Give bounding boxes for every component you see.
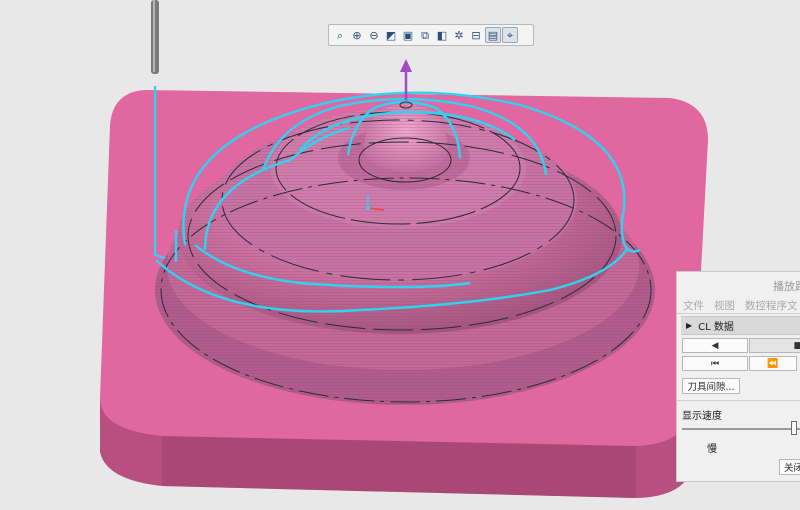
step-back-button[interactable]: ⏪ xyxy=(749,356,797,371)
divider xyxy=(677,313,800,314)
cl-data-section-toggle[interactable]: ▶ CL 数据 xyxy=(681,316,800,335)
display-style-icon[interactable]: ◧ xyxy=(434,27,450,43)
expand-triangle-icon: ▶ xyxy=(686,321,693,330)
zoom-out-icon[interactable]: ⊖ xyxy=(366,27,382,43)
divider xyxy=(677,400,800,401)
cutter-highlight xyxy=(153,0,155,72)
repaint-icon[interactable]: ◩ xyxy=(383,27,399,43)
saved-orientations-icon[interactable]: ▣ xyxy=(400,27,416,43)
skip-back-icon: ⏮ xyxy=(710,358,720,369)
zoom-fit-icon[interactable]: ⌕ xyxy=(332,27,348,43)
view-toolbar: ⌕ ⊕ ⊖ ◩ ▣ ⧉ ◧ ✲ ⊟ ▤ ⌖ xyxy=(328,24,534,46)
cl-data-label: CL 数据 xyxy=(698,322,734,333)
speed-slider-track[interactable] xyxy=(682,428,800,430)
slow-label: 慢 xyxy=(707,444,717,455)
playback-dialog: 播放路 文件 视图 数控程序文 ▶ CL 数据 ◀ ■ ⏮ ⏪ 刀具间隙... … xyxy=(676,271,800,482)
tool-clearance-button[interactable]: 刀具间隙... xyxy=(682,378,740,394)
display-speed-label: 显示速度 xyxy=(682,411,722,422)
step-back-icon: ⏪ xyxy=(767,358,779,369)
view-manager-icon[interactable]: ⧉ xyxy=(417,27,433,43)
play-backward-button[interactable]: ◀ xyxy=(682,338,748,353)
spin-center-icon[interactable]: ▤ xyxy=(485,27,501,43)
menu-file[interactable]: 文件 xyxy=(683,298,704,313)
datum-display-icon[interactable]: ✲ xyxy=(451,27,467,43)
zoom-in-icon[interactable]: ⊕ xyxy=(349,27,365,43)
menu-bar: 文件 视图 数控程序文 xyxy=(683,298,798,313)
stop-button[interactable]: ■ xyxy=(749,338,800,353)
dialog-title: 播放路 xyxy=(773,280,800,293)
close-button[interactable]: 关闭 xyxy=(779,459,800,475)
stop-icon: ■ xyxy=(793,340,800,351)
speed-slider-thumb[interactable] xyxy=(791,421,797,435)
rewind-to-start-button[interactable]: ⏮ xyxy=(682,356,748,371)
toolpath-display-icon[interactable]: ⌖ xyxy=(502,27,518,43)
menu-nc-program[interactable]: 数控程序文 xyxy=(745,298,798,313)
menu-view[interactable]: 视图 xyxy=(714,298,735,313)
play-backward-icon: ◀ xyxy=(711,340,719,351)
annotation-display-icon[interactable]: ⊟ xyxy=(468,27,484,43)
